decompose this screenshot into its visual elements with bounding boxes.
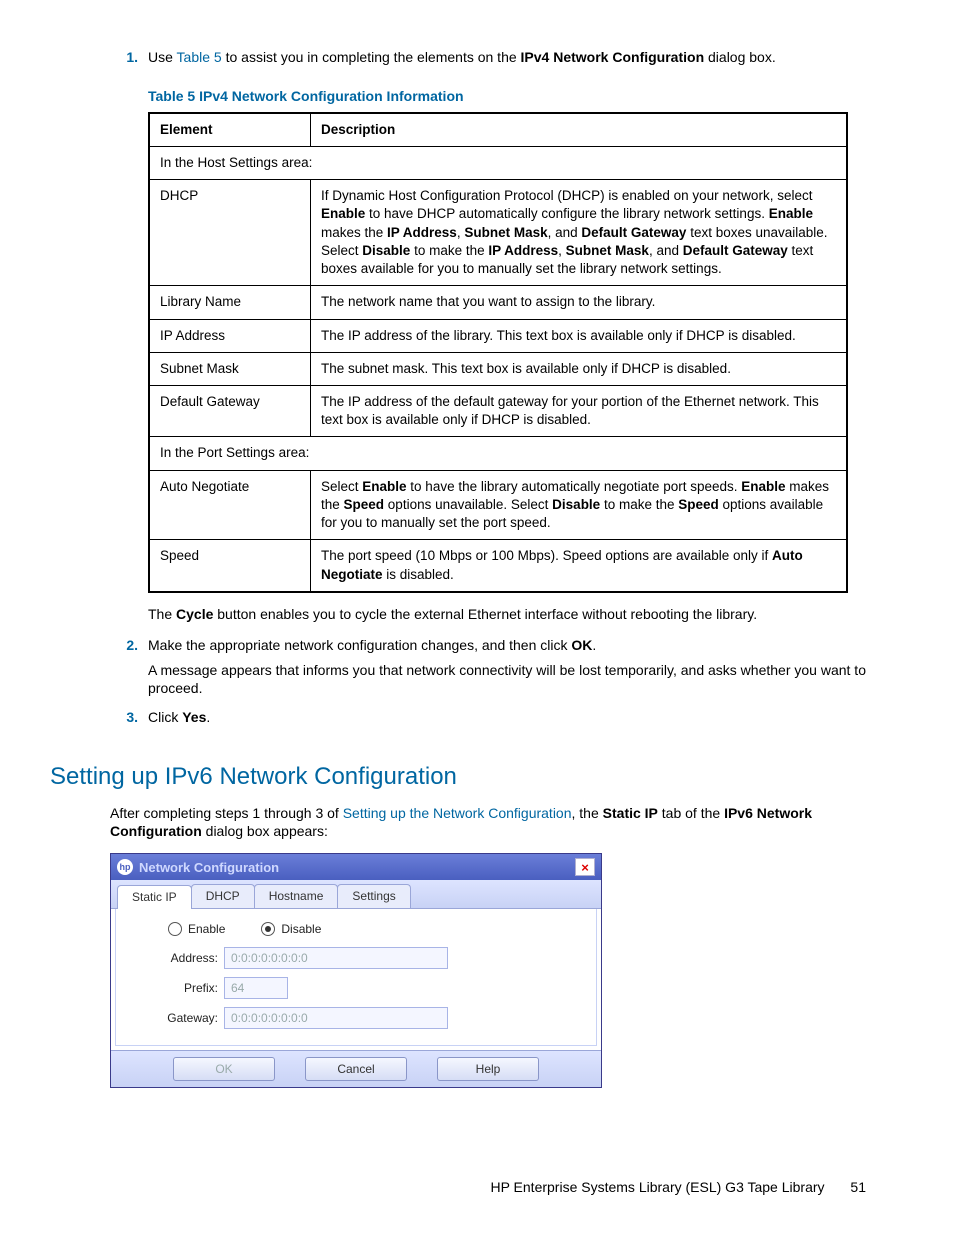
cycle-note: The Cycle button enables you to cycle th… [148, 605, 894, 624]
network-config-dialog: hp Network Configuration × Static IP DHC… [110, 853, 602, 1088]
col-element: Element [149, 113, 311, 147]
address-input[interactable]: 0:0:0:0:0:0:0:0 [224, 947, 448, 969]
cell-subnet-element: Subnet Mask [149, 352, 311, 385]
radio-icon [168, 922, 182, 936]
dialog-body: Enable Disable Address: 0:0:0:0:0:0:0:0 … [115, 909, 597, 1046]
cell-libname-desc: The network name that you want to assign… [311, 286, 848, 319]
gateway-input[interactable]: 0:0:0:0:0:0:0:0 [224, 1007, 448, 1029]
cell-autoneg-element: Auto Negotiate [149, 470, 311, 540]
cell-ip-element: IP Address [149, 319, 311, 352]
cell-libname-element: Library Name [149, 286, 311, 319]
cell-speed-desc: The port speed (10 Mbps or 100 Mbps). Sp… [311, 540, 848, 592]
cell-dhcp-desc: If Dynamic Host Configuration Protocol (… [311, 180, 848, 286]
host-settings-header: In the Host Settings area: [149, 147, 847, 180]
help-button[interactable]: Help [437, 1057, 539, 1081]
cell-dhcp-element: DHCP [149, 180, 311, 286]
dialog-title-text: Network Configuration [139, 859, 279, 877]
dialog-tabs: Static IP DHCP Hostname Settings [111, 880, 601, 908]
ipv6-intro-para: After completing steps 1 through 3 of Se… [110, 804, 894, 842]
setup-network-link[interactable]: Setting up the Network Configuration [343, 805, 572, 821]
step-2: 2. Make the appropriate network configur… [110, 636, 894, 705]
close-icon[interactable]: × [575, 858, 595, 876]
table-caption: Table 5 IPv4 Network Configuration Infor… [148, 87, 894, 106]
cell-gateway-desc: The IP address of the default gateway fo… [311, 385, 848, 436]
step-1: 1. Use Table 5 to assist you in completi… [110, 48, 894, 73]
ipv4-config-table: Element Description In the Host Settings… [148, 112, 848, 593]
tab-hostname[interactable]: Hostname [254, 884, 339, 907]
table-5-link[interactable]: Table 5 [177, 49, 222, 65]
page-number: 51 [850, 1178, 866, 1197]
tab-dhcp[interactable]: DHCP [191, 884, 255, 907]
step-number: 2. [110, 636, 148, 705]
footer-text: HP Enterprise Systems Library (ESL) G3 T… [490, 1179, 824, 1195]
cell-speed-element: Speed [149, 540, 311, 592]
step-3-text: Click Yes. [148, 708, 894, 727]
step-2-line2: A message appears that informs you that … [148, 661, 894, 699]
step-number: 3. [110, 708, 148, 733]
col-description: Description [311, 113, 848, 147]
radio-disable[interactable]: Disable [261, 921, 321, 937]
tab-settings[interactable]: Settings [337, 884, 410, 907]
dialog-titlebar: hp Network Configuration × [111, 854, 601, 880]
prefix-input[interactable]: 64 [224, 977, 288, 999]
section-heading-ipv6: Setting up IPv6 Network Configuration [50, 761, 894, 793]
cell-autoneg-desc: Select Enable to have the library automa… [311, 470, 848, 540]
step-2-line1: Make the appropriate network configurati… [148, 636, 894, 655]
address-label: Address: [134, 950, 224, 966]
step-3: 3. Click Yes. [110, 708, 894, 733]
ok-button[interactable]: OK [173, 1057, 275, 1081]
page-footer: HP Enterprise Systems Library (ESL) G3 T… [110, 1178, 894, 1197]
radio-enable[interactable]: Enable [168, 921, 225, 937]
cell-ip-desc: The IP address of the library. This text… [311, 319, 848, 352]
radio-icon [261, 922, 275, 936]
hp-logo-icon: hp [117, 859, 133, 875]
port-settings-header: In the Port Settings area: [149, 437, 847, 470]
cell-subnet-desc: The subnet mask. This text box is availa… [311, 352, 848, 385]
cancel-button[interactable]: Cancel [305, 1057, 407, 1081]
prefix-label: Prefix: [134, 980, 224, 996]
gateway-label: Gateway: [134, 1010, 224, 1026]
cell-gateway-element: Default Gateway [149, 385, 311, 436]
step-1-text: Use Table 5 to assist you in completing … [148, 48, 894, 67]
tab-static-ip[interactable]: Static IP [117, 885, 192, 908]
dialog-footer: OK Cancel Help [111, 1050, 601, 1087]
step-number: 1. [110, 48, 148, 73]
